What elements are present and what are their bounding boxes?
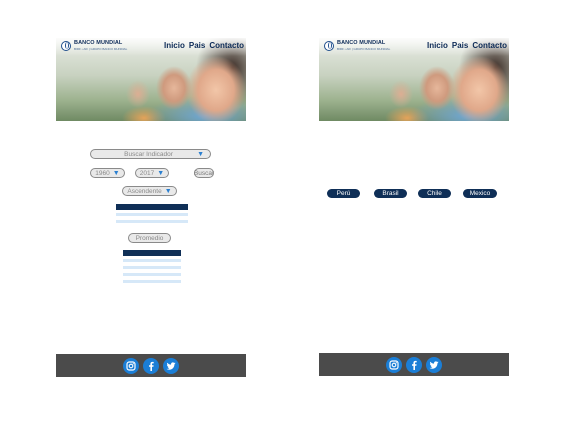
world-bank-logo[interactable]: BANCO MUNDIAL BIRF • AIF | GRUPO BANCO M… xyxy=(324,41,390,51)
twitter-icon[interactable] xyxy=(163,357,179,374)
nav-contacto[interactable]: Contacto xyxy=(472,41,507,50)
facebook-icon[interactable] xyxy=(406,356,422,373)
brand-subtitle: BIRF • AIF | GRUPO BANCO MUNDIAL xyxy=(74,46,128,51)
country-button-brasil[interactable]: Brasil xyxy=(374,189,407,198)
indicator-search-placeholder: Buscar Indicador xyxy=(124,150,173,158)
footer xyxy=(319,353,509,376)
twitter-icon[interactable] xyxy=(426,356,442,373)
nav-pais[interactable]: Pais xyxy=(189,41,205,50)
chevron-down-icon: ▼ xyxy=(164,187,172,195)
indicator-search-dropdown[interactable]: Buscar Indicador ▼ xyxy=(90,149,211,159)
chevron-down-icon: ▼ xyxy=(157,169,165,177)
footer xyxy=(56,354,246,377)
instagram-icon[interactable] xyxy=(123,357,139,374)
table-row xyxy=(116,220,188,223)
brand-name: BANCO MUNDIAL xyxy=(74,40,123,47)
table-row xyxy=(123,259,181,262)
brand-name: BANCO MUNDIAL xyxy=(337,40,386,47)
hero-image: BANCO MUNDIAL BIRF • AIF | GRUPO BANCO M… xyxy=(56,38,246,121)
order-value: Ascendente xyxy=(127,187,162,195)
world-bank-logo[interactable]: BANCO MUNDIAL BIRF • AIF | GRUPO BANCO M… xyxy=(61,41,127,51)
indicator-screen: BANCO MUNDIAL BIRF • AIF | GRUPO BANCO M… xyxy=(56,38,246,377)
nav-inicio[interactable]: Inicio xyxy=(427,41,448,50)
table-header xyxy=(116,204,188,210)
globe-icon xyxy=(61,41,71,51)
year-from-value: 1960 xyxy=(95,169,110,177)
nav-contacto[interactable]: Contacto xyxy=(209,41,244,50)
top-nav: Inicio Pais Contacto xyxy=(427,41,507,50)
chevron-down-icon: ▼ xyxy=(197,150,204,158)
globe-icon xyxy=(324,41,334,51)
instagram-icon[interactable] xyxy=(386,356,402,373)
table-row xyxy=(123,280,181,283)
brand-subtitle: BIRF • AIF | GRUPO BANCO MUNDIAL xyxy=(337,46,391,51)
facebook-icon[interactable] xyxy=(143,357,159,374)
country-label: Perú xyxy=(336,190,351,197)
year-from-select[interactable]: 1960 ▼ xyxy=(90,168,125,178)
country-screen: BANCO MUNDIAL BIRF • AIF | GRUPO BANCO M… xyxy=(319,38,509,377)
year-to-select[interactable]: 2017 ▼ xyxy=(135,168,169,178)
chevron-down-icon: ▼ xyxy=(112,169,120,177)
country-label: Brasil xyxy=(382,190,399,197)
year-to-value: 2017 xyxy=(139,169,155,177)
country-button-peru[interactable]: Perú xyxy=(327,189,360,198)
table-row xyxy=(116,213,188,216)
top-nav: Inicio Pais Contacto xyxy=(164,41,244,50)
table-header xyxy=(123,250,181,256)
hero-image: BANCO MUNDIAL BIRF • AIF | GRUPO BANCO M… xyxy=(319,38,509,121)
order-select[interactable]: Ascendente ▼ xyxy=(122,186,177,196)
table-row xyxy=(123,266,181,269)
average-button[interactable]: Promedio xyxy=(128,233,171,243)
country-label: Mexico xyxy=(469,190,491,197)
average-button-label: Promedio xyxy=(135,234,164,242)
search-button[interactable]: Buscar xyxy=(194,168,214,178)
country-button-chile[interactable]: Chile xyxy=(418,189,451,198)
nav-pais[interactable]: Pais xyxy=(452,41,468,50)
search-button-label: Buscar xyxy=(193,169,215,177)
nav-inicio[interactable]: Inicio xyxy=(164,41,185,50)
country-button-mexico[interactable]: Mexico xyxy=(463,189,497,198)
table-row xyxy=(123,273,181,276)
country-label: Chile xyxy=(427,190,442,197)
